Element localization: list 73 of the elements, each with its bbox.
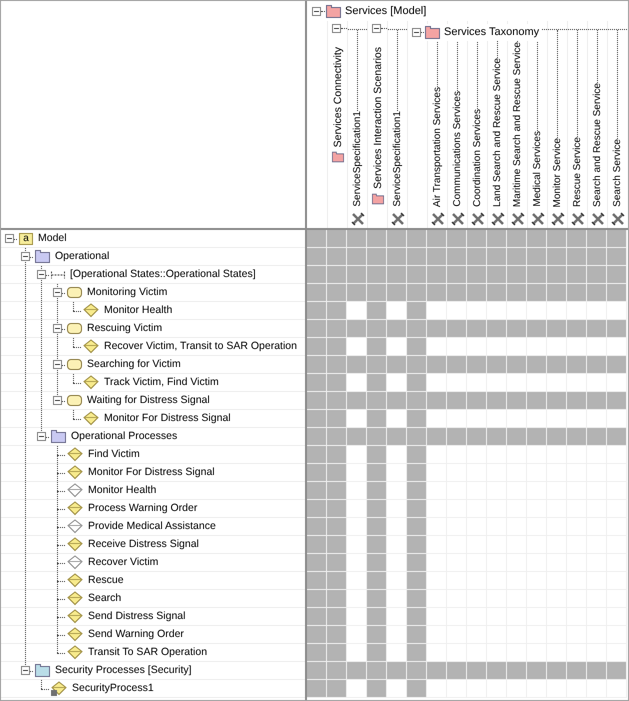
tree-item-label[interactable]: Recover Victim	[88, 554, 158, 570]
tools-icon	[610, 212, 624, 226]
collapse-toggle[interactable]	[37, 432, 46, 441]
tree-item-label[interactable]: Provide Medical Assistance	[88, 518, 216, 534]
column-header-label: Monitor Service	[550, 138, 564, 207]
tree-item-label[interactable]: Track Victim, Find Victim	[104, 374, 219, 390]
collapse-toggle[interactable]	[412, 28, 421, 37]
tools-icon	[490, 212, 504, 226]
state-icon	[67, 287, 82, 298]
collapse-toggle[interactable]	[53, 396, 62, 405]
tree-item-label[interactable]: SecurityProcess1	[72, 680, 154, 696]
tools-icon	[510, 212, 524, 226]
tree-item-label[interactable]: Operational	[55, 248, 110, 264]
tree-item-label[interactable]: [Operational States::Operational States]	[70, 266, 256, 282]
tree-item-label[interactable]: Searching for Victim	[87, 356, 181, 372]
column-header-label: ServiceSpecification1	[350, 111, 364, 207]
column-header-label: Coordination Services	[470, 109, 484, 207]
tools-icon	[450, 212, 464, 226]
collapse-toggle[interactable]	[372, 24, 381, 33]
column-header-label: Medical Services	[530, 131, 544, 207]
tree-item-label[interactable]: Monitor Health	[88, 482, 156, 498]
tree-item-label[interactable]: Monitor Health	[104, 302, 172, 318]
column-header-label: ServiceSpecification1	[390, 111, 404, 207]
tree-item-label[interactable]: Recover Victim, Transit to SAR Operation	[104, 338, 297, 354]
collapse-toggle[interactable]	[21, 666, 30, 675]
column-header-label: Rescue Service	[570, 136, 584, 207]
column-header-label: Communications Services	[450, 91, 464, 207]
collapse-toggle[interactable]	[53, 360, 62, 369]
model-icon: a	[19, 232, 33, 244]
tree-item-label[interactable]: Search	[88, 590, 122, 606]
state-icon	[67, 359, 82, 370]
tree-item-label[interactable]: Transit To SAR Operation	[88, 644, 208, 660]
collapse-toggle[interactable]	[37, 270, 46, 279]
column-header-label: Services Connectivity	[330, 47, 344, 148]
tools-icon	[570, 212, 584, 226]
tree-item-label[interactable]: Waiting for Distress Signal	[87, 392, 210, 408]
column-header-label: Maritime Search and Rescue Service	[510, 42, 524, 207]
column-header-label: Services Interaction Scenarios	[370, 47, 384, 189]
tree-item-label[interactable]: Rescue	[88, 572, 124, 588]
column-header-label: Services Taxonomy	[444, 25, 540, 40]
tools-icon	[550, 212, 564, 226]
collapse-toggle[interactable]	[312, 6, 321, 16]
tree-item-label[interactable]: Rescuing Victim	[87, 320, 162, 336]
tools-icon	[430, 212, 444, 226]
collapse-toggle[interactable]	[53, 288, 62, 297]
column-header-label: Services [Model]	[345, 4, 426, 19]
tree-item-label[interactable]: Receive Distress Signal	[88, 536, 199, 552]
state-icon	[67, 395, 82, 406]
column-header-label: Search Service	[610, 139, 624, 207]
column-header-label: Air Transportation Services	[430, 86, 444, 207]
collapse-toggle[interactable]	[21, 252, 30, 261]
tree-item-label[interactable]: Monitor For Distress Signal	[88, 464, 215, 480]
tools-icon	[350, 212, 364, 226]
tree-item-label[interactable]: Process Warning Order	[88, 500, 198, 516]
tools-icon	[590, 212, 604, 226]
tools-icon	[390, 212, 404, 226]
tree-item-label[interactable]: Find Victim	[88, 446, 140, 462]
tree-item-label[interactable]: Monitoring Victim	[87, 284, 168, 300]
region-icon	[51, 270, 65, 278]
tree-item-label[interactable]: Send Warning Order	[88, 626, 184, 642]
tools-icon	[470, 212, 484, 226]
collapse-toggle[interactable]	[53, 324, 62, 333]
tree-item-label[interactable]: Operational Processes	[71, 428, 178, 444]
column-header-label: Search and Rescue Service	[590, 83, 604, 207]
tree-item-label[interactable]: Security Processes [Security]	[55, 662, 192, 678]
tools-icon	[530, 212, 544, 226]
tree-item-label[interactable]: Model	[38, 230, 67, 246]
column-header-label: Land Search and Rescue Service	[490, 58, 504, 207]
collapse-toggle[interactable]	[332, 24, 341, 33]
state-icon	[67, 323, 82, 334]
collapse-toggle[interactable]	[5, 234, 14, 243]
tree-item-label[interactable]: Send Distress Signal	[88, 608, 186, 624]
tree-item-label[interactable]: Monitor For Distress Signal	[104, 410, 231, 426]
